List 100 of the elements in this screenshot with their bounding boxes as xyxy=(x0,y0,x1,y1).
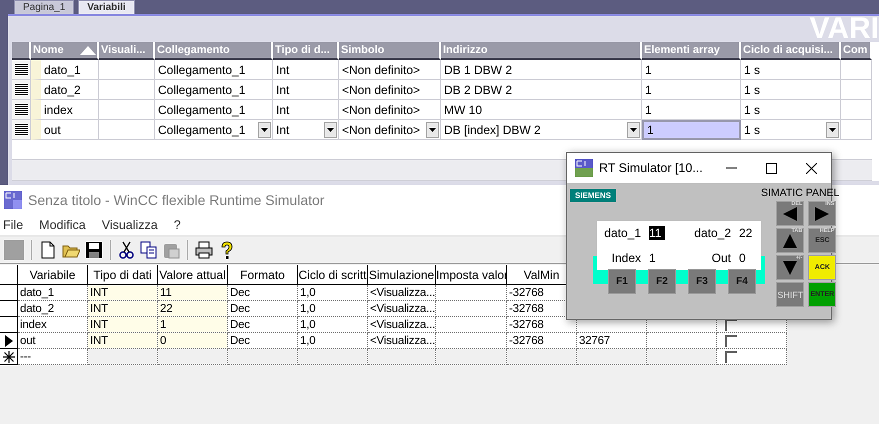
field-value[interactable]: 22 xyxy=(739,226,755,240)
table-cell: <Visualizza... xyxy=(368,285,436,301)
table-cell: MW 10 xyxy=(441,100,642,120)
table-cell: Collegamento_1 xyxy=(155,60,273,80)
table-cell: 1,0 xyxy=(298,301,368,317)
arrow-left-icon xyxy=(783,206,798,220)
table-cell: 1 xyxy=(642,80,741,100)
column-header[interactable]: Tipo di dati xyxy=(88,265,158,285)
row-handle-icon xyxy=(14,63,28,76)
table-cell: dato_1 xyxy=(18,285,88,301)
column-header[interactable]: Visuali... xyxy=(99,42,155,60)
column-header[interactable]: Imposta valor xyxy=(436,265,507,285)
paste-icon xyxy=(162,241,180,259)
table-cell: Dec xyxy=(228,301,298,317)
table-cell xyxy=(228,349,298,365)
table-cell: Dec xyxy=(228,333,298,349)
table-cell: 1 s xyxy=(741,100,841,120)
dropdown-button[interactable] xyxy=(426,122,439,138)
column-header[interactable]: Nome xyxy=(31,42,99,60)
panel-key[interactable]: SHIFT xyxy=(776,282,804,307)
field-value[interactable]: 1 xyxy=(649,250,665,265)
dropdown-button[interactable] xyxy=(826,122,839,138)
menu-item[interactable]: Visualizza xyxy=(102,218,158,232)
table-cell xyxy=(577,349,647,365)
column-header[interactable]: Variabile xyxy=(18,265,88,285)
close-icon[interactable] xyxy=(806,162,816,174)
table-cell: Int xyxy=(273,80,339,100)
maximize-icon[interactable] xyxy=(766,162,776,174)
arrow-up-icon xyxy=(783,234,798,248)
table-cell xyxy=(88,349,158,365)
row-handle-icon xyxy=(14,103,28,116)
column-header[interactable]: Simbolo xyxy=(339,42,441,60)
dropdown-button[interactable] xyxy=(258,122,271,138)
window-title: Senza titolo - WinCC flexible Runtime Simulator xyxy=(28,192,324,208)
table-cell: <Visualizza... xyxy=(368,301,436,317)
dropdown-button[interactable] xyxy=(324,122,337,138)
table-cell: INT xyxy=(88,301,158,317)
table-cell: 1 xyxy=(158,317,228,333)
table-cell: <Non definito> xyxy=(339,60,441,80)
caret-icon xyxy=(327,128,334,132)
table-cell: --- xyxy=(18,349,88,365)
table-cell xyxy=(99,60,155,80)
dropdown-button[interactable] xyxy=(627,122,640,138)
function-key[interactable]: F1 xyxy=(608,269,636,294)
table-cell: 1,0 xyxy=(298,333,368,349)
column-header[interactable]: Elementi array xyxy=(642,42,741,60)
table-cell: 1 xyxy=(642,60,741,80)
row-header[interactable] xyxy=(0,333,18,349)
row-header[interactable] xyxy=(0,317,18,333)
column-header[interactable]: Formato xyxy=(228,265,298,285)
column-header[interactable]: Collegamento xyxy=(155,42,273,60)
table-cell xyxy=(158,349,228,365)
table-cell xyxy=(436,349,507,365)
menu-item[interactable]: File xyxy=(3,218,24,232)
table-cell xyxy=(368,349,436,365)
table-cell: Int xyxy=(273,60,339,80)
column-header[interactable]: Ciclo di acquisi... xyxy=(741,42,841,60)
menu-item[interactable]: Modifica xyxy=(39,218,86,232)
function-key[interactable]: F3 xyxy=(688,269,716,294)
table-cell: Dec xyxy=(228,285,298,301)
editor-tab[interactable]: Variabili xyxy=(78,0,135,14)
table-cell: out xyxy=(18,333,88,349)
column-header[interactable]: Simulazione xyxy=(368,265,436,285)
row-header[interactable] xyxy=(0,301,18,317)
table-cell: <Non definito> xyxy=(339,80,441,100)
column-header[interactable]: Indirizzo xyxy=(441,42,642,60)
editor-tab[interactable]: Pagina_1 xyxy=(14,0,74,14)
field-label: dato_2 xyxy=(694,226,731,240)
app-icon xyxy=(4,191,22,209)
column-header[interactable]: Com xyxy=(841,42,872,60)
table-cell xyxy=(99,80,155,100)
function-key[interactable]: F4 xyxy=(728,269,756,294)
new-file-icon xyxy=(39,241,57,259)
column-header[interactable]: Ciclo di scritt xyxy=(298,265,368,285)
table-cell: index xyxy=(18,317,88,333)
scissors-icon xyxy=(118,241,135,259)
table-cell: INT xyxy=(88,285,158,301)
arrow-down-icon xyxy=(783,260,798,274)
menu-item[interactable]: ? xyxy=(174,218,181,232)
field-value[interactable]: 0 xyxy=(739,250,755,265)
table-cell: Collegamento_1 xyxy=(155,80,273,100)
table-cell: 1,0 xyxy=(298,317,368,333)
arrow-right-icon xyxy=(815,206,830,220)
caret-icon xyxy=(429,128,436,132)
row-header[interactable] xyxy=(0,349,18,365)
table-cell: INT xyxy=(88,317,158,333)
table-cell xyxy=(841,80,872,100)
stop-icon xyxy=(4,240,24,260)
column-header[interactable]: Tipo di d... xyxy=(273,42,339,60)
row-header[interactable] xyxy=(0,285,18,301)
column-header[interactable]: Valore attual xyxy=(158,265,228,285)
checkbox[interactable] xyxy=(725,350,737,362)
table-cell: 22 xyxy=(158,301,228,317)
checkbox[interactable] xyxy=(725,334,737,346)
table-cell xyxy=(436,333,507,349)
table-cell: 11 xyxy=(158,285,228,301)
current-row-icon xyxy=(4,334,12,346)
function-key[interactable]: F2 xyxy=(648,269,676,294)
caret-icon xyxy=(630,128,637,132)
field-value[interactable]: 11 xyxy=(649,226,665,240)
